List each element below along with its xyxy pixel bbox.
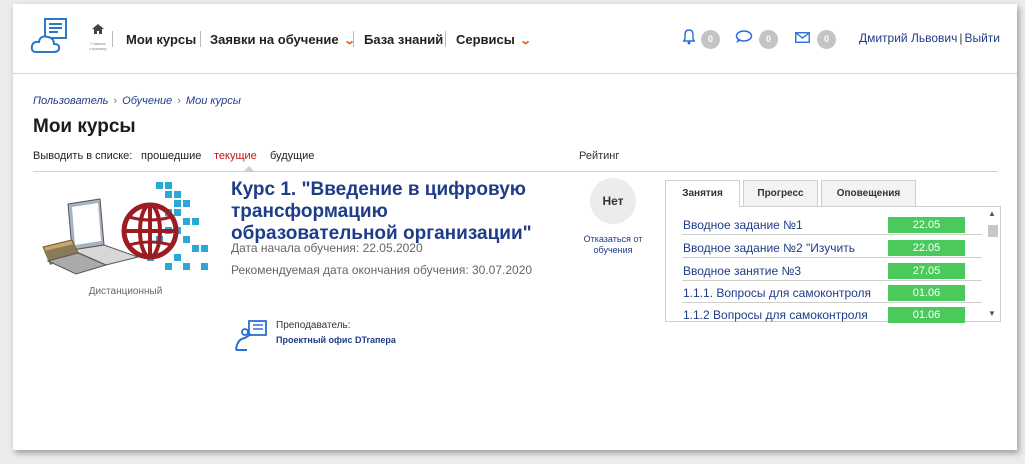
lesson-date-badge: 01.06 (888, 285, 965, 301)
lesson-name[interactable]: 1.1.2 Вопросы для самоконтроля (683, 308, 881, 322)
nav-training-requests[interactable]: Заявки на обучение ⌄ (210, 32, 356, 47)
lesson-date-badge: 01.06 (888, 307, 965, 323)
refuse-training-link[interactable]: Отказаться от обучения (578, 234, 648, 256)
list-filter: Выводить в списке: прошедшие текущие буд… (33, 147, 998, 172)
nav-divider (353, 31, 354, 47)
lesson-name[interactable]: 1.1.1. Вопросы для самоконтроля (683, 286, 881, 300)
lesson-name[interactable]: Вводное задание №2 "Изучить (683, 241, 881, 255)
app-frame: Главная страница Мои курсы Заявки на обу… (13, 4, 1017, 450)
course-image[interactable] (38, 179, 213, 279)
nav-divider (445, 31, 446, 47)
lessons-scrollbar[interactable]: ▲ ▼ (986, 209, 998, 319)
rating-badge: Нет (590, 178, 636, 224)
lesson-date-badge: 22.05 (888, 217, 965, 233)
rating-header: Рейтинг (579, 150, 620, 162)
lesson-row[interactable]: Вводное задание №2 "Изучить 22.05 (682, 237, 982, 258)
mail-counter: 0 (817, 30, 836, 49)
course-start-date: Дата начала обучения: 22.05.2020 (231, 241, 423, 255)
teacher-label: Преподаватель: (276, 320, 351, 331)
notifications-counter: 0 (701, 30, 720, 49)
scroll-thumb[interactable] (988, 225, 998, 237)
tab-notifications[interactable]: Оповещения (821, 180, 916, 206)
nav-my-courses[interactable]: Мои курсы (126, 32, 196, 47)
cloud-logo-icon[interactable] (30, 16, 72, 56)
chevron-down-icon: ⌄ (519, 35, 532, 47)
teacher-name-link[interactable]: Проектный офис DTrапера (276, 335, 396, 345)
page-title: Мои курсы (33, 116, 136, 137)
lesson-name[interactable]: Вводное занятие №3 (683, 264, 881, 278)
top-header: Главная страница Мои курсы Заявки на обу… (13, 4, 1017, 74)
chat-icon[interactable] (735, 30, 753, 44)
breadcrumb-my-courses[interactable]: Мои курсы (186, 95, 241, 107)
course-mode: Дистанционный (88, 286, 163, 297)
lesson-row[interactable]: Вводное занятие №3 27.05 (682, 260, 982, 281)
nav-divider (112, 31, 113, 47)
user-name-link[interactable]: Дмитрий Львович (859, 31, 957, 45)
breadcrumb-separator: › (177, 95, 181, 107)
scroll-down-icon[interactable]: ▼ (986, 309, 998, 319)
user-links: Дмитрий Львович | Выйти (859, 31, 1000, 45)
lesson-row[interactable]: 1.1.2 Вопросы для самоконтроля 01.06 (682, 304, 982, 325)
lesson-row[interactable]: 1.1.1. Вопросы для самоконтроля 01.06 (682, 282, 982, 303)
home-link[interactable]: Главная страница (87, 22, 109, 51)
tab-lessons[interactable]: Занятия (665, 180, 740, 207)
lesson-date-badge: 27.05 (888, 263, 965, 279)
breadcrumb-user[interactable]: Пользователь (33, 95, 108, 107)
nav-services[interactable]: Сервисы ⌄ (456, 32, 532, 47)
course-title[interactable]: Курс 1. "Введение в цифровую трансформац… (231, 179, 551, 245)
filter-future[interactable]: будущие (270, 150, 314, 162)
course-end-date: Рекомендуемая дата окончания обучения: 3… (231, 263, 533, 277)
course-tabs-panel: Занятия Прогресс Оповещения Вводное зада… (665, 180, 1001, 325)
breadcrumb-separator: › (113, 95, 118, 107)
user-links-separator: | (959, 31, 963, 45)
lesson-date-badge: 22.05 (888, 240, 965, 256)
home-icon (92, 24, 104, 34)
bell-icon[interactable] (683, 29, 695, 45)
nav-training-requests-label: Заявки на обучение (210, 32, 339, 47)
breadcrumb: Пользователь › Обучение › Мои курсы (33, 95, 241, 107)
filter-current[interactable]: текущие (214, 150, 257, 162)
teacher-icon (235, 320, 267, 351)
nav-services-label: Сервисы (456, 32, 515, 47)
home-caption: Главная страница (89, 41, 107, 51)
filter-past[interactable]: прошедшие (141, 150, 201, 162)
lessons-list: Вводное задание №1 22.05 Вводное задание… (665, 206, 1001, 325)
active-filter-marker (243, 166, 255, 172)
scroll-up-icon[interactable]: ▲ (986, 209, 998, 219)
messages-counter: 0 (759, 30, 778, 49)
globe-icon (121, 202, 179, 260)
breadcrumb-training[interactable]: Обучение (122, 95, 172, 107)
nav-divider (200, 31, 201, 47)
lesson-name[interactable]: Вводное задание №1 (683, 218, 881, 232)
logout-link[interactable]: Выйти (964, 31, 1000, 45)
nav-knowledge-base[interactable]: База знаний (364, 32, 443, 47)
lesson-row[interactable]: Вводное задание №1 22.05 (682, 214, 982, 235)
mail-icon[interactable] (795, 32, 810, 43)
filter-label: Выводить в списке: (33, 150, 133, 162)
tab-progress[interactable]: Прогресс (743, 180, 818, 206)
